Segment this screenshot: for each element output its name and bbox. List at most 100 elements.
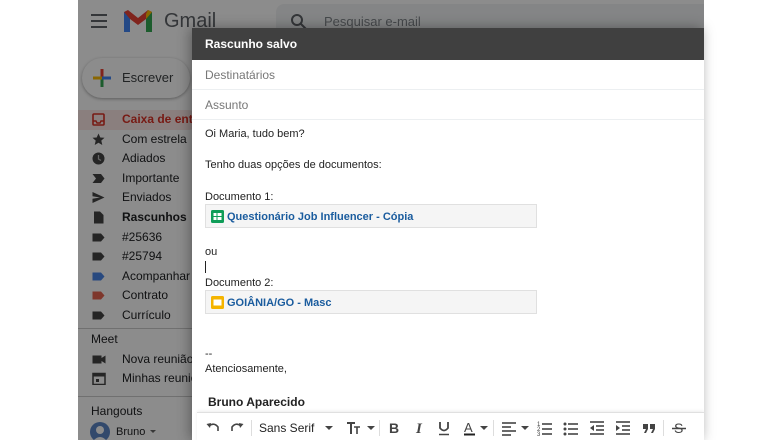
indent-more-icon[interactable] <box>615 420 631 436</box>
svg-text:I: I <box>415 421 423 436</box>
compose-button[interactable]: Escrever <box>82 58 190 98</box>
compose-title: Rascunho salvo <box>205 37 298 51</box>
send-icon <box>92 192 105 204</box>
text-color-icon[interactable]: A <box>463 420 477 436</box>
svg-text:A: A <box>464 420 473 435</box>
clock-icon <box>92 152 105 165</box>
toolbar-separator <box>493 420 494 436</box>
label-icon <box>92 311 105 320</box>
label-icon <box>92 291 105 300</box>
sidebar-item-curriculo[interactable]: Currículo <box>78 306 198 326</box>
sidebar-item-acompanhar[interactable]: Acompanhar <box>78 267 198 287</box>
body-doc2-label: Documento 2: <box>205 277 274 289</box>
underline-icon[interactable] <box>437 420 451 436</box>
bulleted-list-icon[interactable] <box>563 420 579 436</box>
sidebar-item-label: Adiados <box>122 151 166 166</box>
indent-less-icon[interactable] <box>589 420 605 436</box>
sidebar-item-label-25636[interactable]: #25636 <box>78 228 198 248</box>
text-cursor <box>205 261 206 273</box>
google-slides-icon <box>211 296 224 309</box>
font-family-select[interactable]: Sans Serif <box>259 421 314 435</box>
compose-window: Rascunho salvo Destinatários Assunto Oi … <box>192 28 704 440</box>
meet-section-title: Meet <box>91 332 118 346</box>
bold-icon[interactable]: B <box>387 420 401 436</box>
quote-icon[interactable] <box>641 420 657 436</box>
screen: Gmail Pesquisar e-mail Escrever Caixa de… <box>0 0 782 440</box>
important-icon <box>92 173 105 183</box>
doc2-attachment-chip[interactable]: GOIÂNIA/GO - Masc <box>205 290 537 314</box>
sidebar-item-important[interactable]: Importante <box>78 169 198 189</box>
doc1-link[interactable]: Questionário Job Influencer - Cópia <box>227 211 413 223</box>
compose-header[interactable]: Rascunho salvo <box>192 28 704 60</box>
numbered-list-icon[interactable]: 123 <box>537 420 553 436</box>
meet-new-meeting-label: Nova reunião <box>122 352 194 366</box>
sidebar-item-label-25794[interactable]: #25794 <box>78 247 198 267</box>
body-doc1-label: Documento 1: <box>205 191 274 203</box>
avatar[interactable] <box>90 422 110 440</box>
google-sheets-icon <box>211 210 224 223</box>
body-intro: Tenho duas opções de documentos: <box>205 159 382 171</box>
inbox-icon <box>92 113 105 126</box>
formatting-toolbar: Sans Serif B I A 1 2 3 <box>197 412 704 440</box>
compose-button-label: Escrever <box>122 70 174 85</box>
draft-icon <box>94 211 104 224</box>
subject-field[interactable]: Assunto <box>192 90 704 120</box>
sidebar-nav: Caixa de entrada Com estrela Adiados Imp… <box>78 110 218 326</box>
sidebar-item-label: #25794 <box>122 249 163 264</box>
toolbar-separator <box>251 420 252 436</box>
body-greeting: Oi Maria, tudo bem? <box>205 128 305 140</box>
sidebar-item-inbox[interactable]: Caixa de entrada <box>78 110 218 130</box>
body-or: ou <box>205 246 218 258</box>
meet-new-meeting[interactable]: Nova reunião <box>78 350 198 370</box>
align-icon[interactable] <box>501 420 517 436</box>
chevron-down-icon[interactable] <box>325 426 333 430</box>
hangouts-section-title: Hangouts <box>91 404 143 418</box>
video-camera-icon <box>92 355 106 364</box>
chevron-down-icon[interactable] <box>150 430 156 433</box>
svg-text:3: 3 <box>537 432 541 436</box>
font-size-icon[interactable] <box>345 420 365 436</box>
label-icon <box>92 252 105 261</box>
doc1-attachment-chip[interactable]: Questionário Job Influencer - Cópia <box>205 204 537 228</box>
toolbar-separator <box>663 420 664 436</box>
sidebar-divider <box>78 396 198 397</box>
search-input[interactable]: Pesquisar e-mail <box>324 14 421 29</box>
recipients-field[interactable]: Destinatários <box>192 60 704 90</box>
toolbar-separator <box>379 420 380 436</box>
label-icon <box>92 233 105 242</box>
gmail-logo-icon[interactable] <box>122 8 154 34</box>
sidebar-item-label: Importante <box>122 170 180 185</box>
star-icon <box>92 133 105 145</box>
label-icon <box>92 272 105 281</box>
sidebar-item-label: Currículo <box>122 307 171 322</box>
doc2-link[interactable]: GOIÂNIA/GO - Masc <box>227 297 332 309</box>
redo-icon[interactable] <box>229 420 245 436</box>
sidebar-item-drafts[interactable]: Rascunhos <box>78 208 198 228</box>
sidebar-item-label: Contrato <box>122 288 169 303</box>
italic-icon[interactable]: I <box>413 420 427 436</box>
undo-icon[interactable] <box>205 420 221 436</box>
svg-text:B: B <box>389 420 399 436</box>
signature-dashes: -- <box>205 348 213 360</box>
sidebar-item-label: #25636 <box>122 229 163 244</box>
sidebar-item-starred[interactable]: Com estrela <box>78 130 198 150</box>
chevron-down-icon[interactable] <box>367 426 375 430</box>
subject-placeholder: Assunto <box>205 98 249 112</box>
main-menu-icon[interactable] <box>91 14 107 28</box>
plus-icon <box>93 69 111 87</box>
sidebar-item-label: Enviados <box>122 190 172 205</box>
sidebar-item-label: Acompanhar <box>122 268 191 283</box>
sidebar-item-sent[interactable]: Enviados <box>78 188 198 208</box>
sidebar-divider <box>78 328 198 329</box>
meet-my-meetings[interactable]: Minhas reuniões <box>78 369 210 389</box>
chevron-down-icon[interactable] <box>521 426 529 430</box>
hangouts-user-name[interactable]: Bruno <box>116 426 145 438</box>
chevron-down-icon[interactable] <box>480 426 488 430</box>
signature-name: Bruno Aparecido <box>208 395 305 409</box>
sidebar-item-snoozed[interactable]: Adiados <box>78 149 198 169</box>
strikethrough-icon[interactable]: S <box>671 420 687 436</box>
sidebar-item-contrato[interactable]: Contrato <box>78 286 198 306</box>
person-icon <box>93 426 107 440</box>
sidebar-item-label: Rascunhos <box>122 209 187 224</box>
calendar-icon <box>92 372 106 385</box>
